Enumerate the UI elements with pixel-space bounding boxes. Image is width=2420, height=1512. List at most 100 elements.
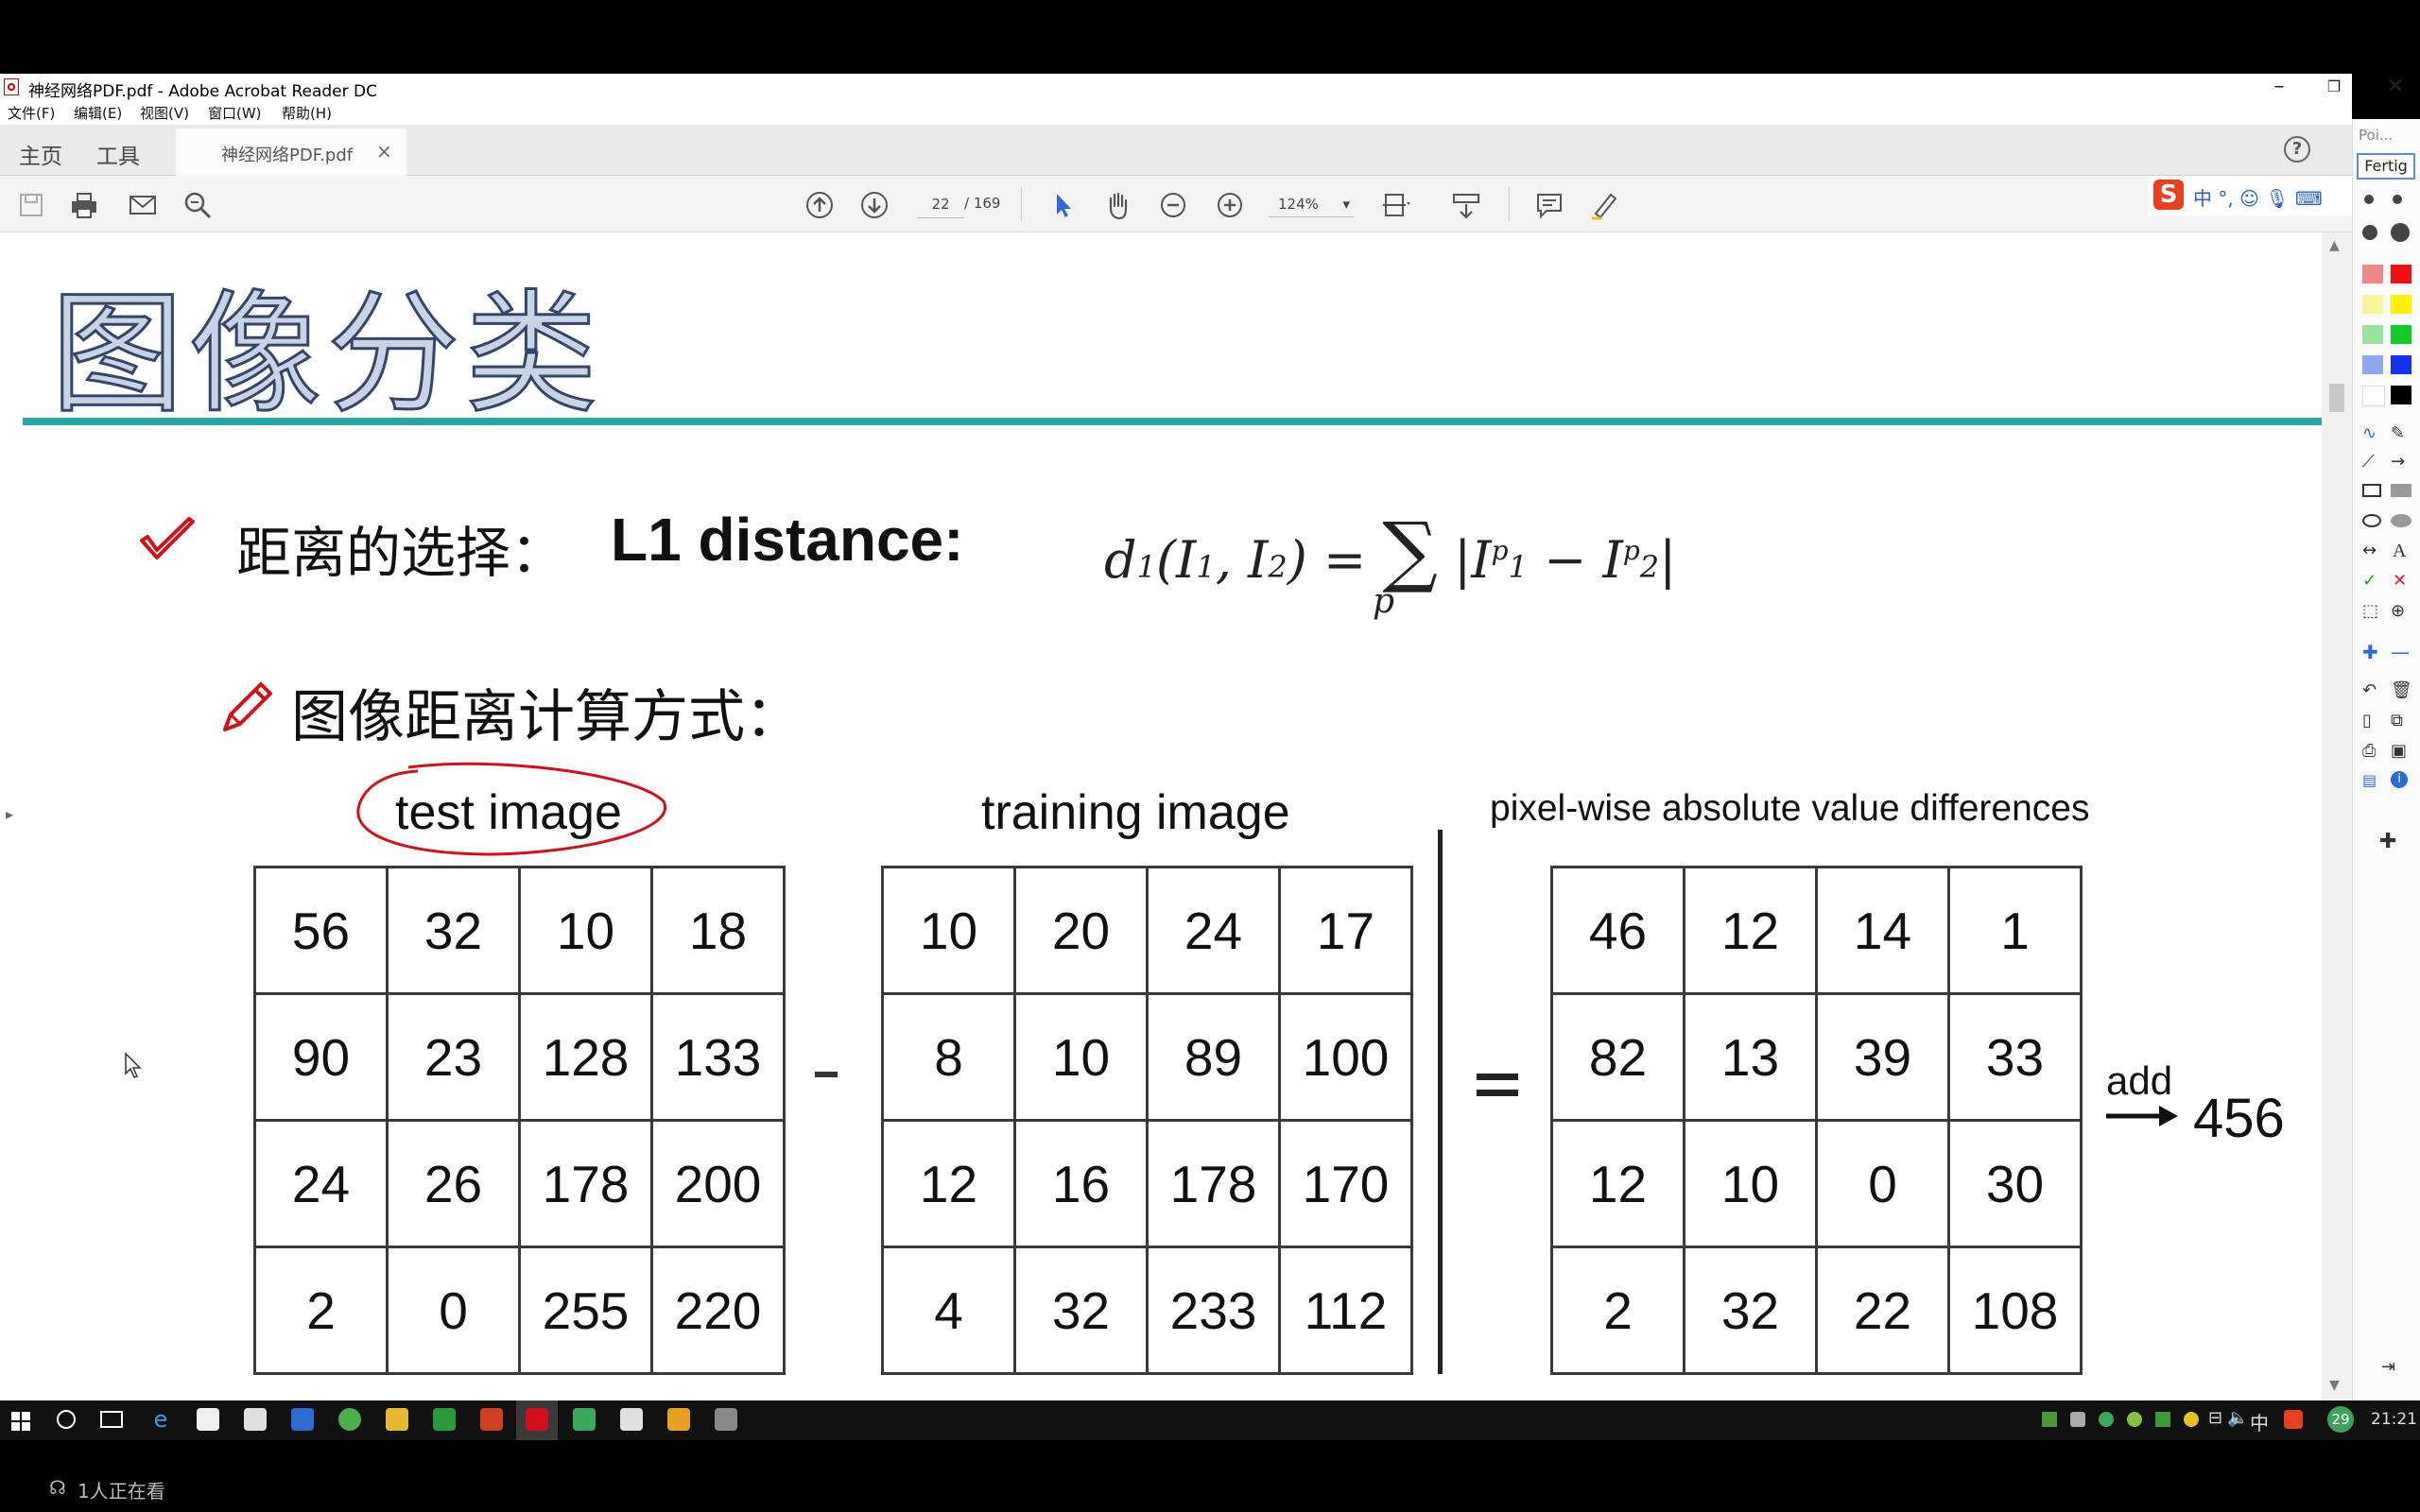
fit-page-icon[interactable]: [1380, 189, 1412, 221]
ellipse-tool-icon[interactable]: [2362, 514, 2381, 527]
scroll-mode-icon[interactable]: [1450, 189, 1482, 221]
file-explorer-icon[interactable]: [386, 1408, 408, 1431]
previous-page-icon[interactable]: [804, 189, 836, 221]
xlarge-dot-tool[interactable]: [2391, 223, 2410, 242]
notes-app-icon[interactable]: [620, 1408, 643, 1431]
scroll-down-icon[interactable]: ▼: [2329, 1378, 2340, 1393]
mail-icon[interactable]: [244, 1408, 267, 1431]
info-icon[interactable]: i: [2391, 771, 2408, 788]
email-icon[interactable]: [127, 189, 159, 221]
comment-icon[interactable]: [1533, 189, 1565, 221]
acrobat-taskbar-icon[interactable]: [526, 1408, 548, 1431]
tray-wechat-icon[interactable]: [2099, 1412, 2114, 1427]
arrow-tool-icon[interactable]: →: [2391, 452, 2405, 472]
vertical-scrollbar[interactable]: ▲ ▼: [2322, 232, 2352, 1400]
filled-rectangle-tool-icon[interactable]: [2391, 484, 2411, 497]
print-palette-icon[interactable]: ⎙: [2362, 741, 2376, 761]
app-icon[interactable]: [291, 1408, 314, 1431]
white-swatch[interactable]: [2362, 386, 2385, 406]
copy-icon[interactable]: ⧉: [2391, 711, 2403, 730]
eraser-tool-icon[interactable]: ✎: [2391, 423, 2405, 443]
rectangle-tool-icon[interactable]: [2362, 484, 2381, 497]
print-icon[interactable]: [68, 189, 100, 221]
notification-badge[interactable]: 29: [2327, 1406, 2354, 1433]
task-view-icon[interactable]: [100, 1411, 123, 1428]
filled-ellipse-tool-icon[interactable]: [2391, 514, 2411, 527]
close-tab-icon[interactable]: ×: [376, 140, 392, 163]
restore-button[interactable]: ❐: [2307, 74, 2361, 100]
tab-tools[interactable]: 工具: [96, 138, 140, 170]
highlight-pen-icon[interactable]: [1588, 189, 1620, 221]
tray-app-icon[interactable]: [2070, 1412, 2085, 1427]
sogou-app-icon[interactable]: [667, 1408, 690, 1431]
menu-edit[interactable]: 编辑(E): [74, 103, 122, 123]
light-yellow-swatch[interactable]: [2362, 295, 2383, 314]
tray-security-icon[interactable]: [2127, 1412, 2142, 1427]
double-arrow-tool-icon[interactable]: ↔: [2362, 541, 2377, 560]
cross-tool-icon[interactable]: ✕: [2393, 571, 2407, 591]
menu-window[interactable]: 窗口(W): [208, 103, 262, 123]
cortana-icon[interactable]: [57, 1410, 76, 1429]
green-swatch[interactable]: [2391, 325, 2411, 344]
text-tool-icon[interactable]: A: [2393, 541, 2406, 562]
ime-toolbar[interactable]: S 中 °, ☺ 🎙 ⌨: [2148, 176, 2352, 215]
new-page-icon[interactable]: ▯: [2362, 711, 2372, 730]
trash-icon[interactable]: 🗑: [2391, 680, 2412, 700]
light-red-swatch[interactable]: [2362, 265, 2383, 284]
close-window-button[interactable]: ✕: [2371, 74, 2420, 100]
page-number-input[interactable]: 22: [917, 191, 964, 218]
minimize-button[interactable]: –: [2252, 74, 2307, 100]
chat-app-icon[interactable]: [573, 1408, 596, 1431]
save-palette-icon[interactable]: ▣: [2391, 741, 2407, 761]
add-page-tool-icon[interactable]: ✚: [2362, 641, 2378, 663]
freehand-tool-icon[interactable]: ∿: [2362, 423, 2377, 443]
zoom-tool-icon[interactable]: ⊕: [2391, 601, 2405, 621]
black-swatch[interactable]: [2391, 386, 2411, 404]
blue-swatch[interactable]: [2391, 355, 2411, 374]
zoom-out-icon[interactable]: [1157, 189, 1189, 221]
remove-page-tool-icon[interactable]: —: [2391, 641, 2410, 663]
input-language-indicator[interactable]: 中: [2250, 1408, 2269, 1435]
tray-update-icon[interactable]: [2184, 1412, 2199, 1427]
settings-wrench-icon[interactable]: ✚: [2379, 830, 2396, 853]
tray-sogou-icon[interactable]: [2284, 1410, 2303, 1429]
volume-icon[interactable]: 🔈: [2227, 1408, 2248, 1428]
large-dot-tool[interactable]: [2362, 225, 2377, 240]
search-icon[interactable]: [182, 189, 214, 221]
undo-icon[interactable]: ↶: [2362, 680, 2377, 700]
save-icon[interactable]: [15, 189, 47, 221]
image-tool-icon[interactable]: ▤: [2362, 771, 2377, 789]
select-arrow-icon[interactable]: [1047, 189, 1080, 221]
menu-view[interactable]: 视图(V): [140, 103, 189, 123]
clock[interactable]: 21:21: [2371, 1410, 2417, 1429]
light-blue-swatch[interactable]: [2362, 355, 2383, 374]
left-panel-toggle-icon[interactable]: ▸: [6, 805, 13, 823]
recorder-app-icon[interactable]: [715, 1408, 737, 1431]
scroll-up-icon[interactable]: ▲: [2329, 238, 2340, 253]
check-tool-icon[interactable]: ✓: [2362, 571, 2377, 591]
network-icon[interactable]: ⊟: [2208, 1408, 2222, 1428]
hand-tool-icon[interactable]: [1102, 189, 1134, 221]
edge-browser-icon[interactable]: e: [149, 1408, 172, 1431]
medium-dot-tool[interactable]: [2393, 195, 2402, 204]
help-icon[interactable]: ?: [2284, 136, 2310, 163]
excel-icon[interactable]: [433, 1408, 456, 1431]
zoom-in-icon[interactable]: [1214, 189, 1246, 221]
powerpoint-icon[interactable]: [480, 1408, 503, 1431]
menu-help[interactable]: 帮助(H): [282, 103, 332, 123]
expand-panel-icon[interactable]: ⇥: [2381, 1357, 2395, 1377]
wechat-icon[interactable]: [338, 1408, 361, 1431]
windows-start-icon[interactable]: [11, 1412, 30, 1431]
tab-document[interactable]: 神经网络PDF.pdf ×: [176, 129, 406, 176]
zoom-level-select[interactable]: 124% ▾: [1269, 191, 1354, 217]
menu-file[interactable]: 文件(F): [8, 103, 55, 123]
line-tool-icon[interactable]: ⟋: [2362, 452, 2375, 472]
tab-home[interactable]: 主页: [19, 138, 62, 170]
yellow-swatch[interactable]: [2391, 295, 2411, 314]
light-green-swatch[interactable]: [2362, 325, 2383, 344]
red-swatch[interactable]: [2391, 265, 2411, 284]
tray-shield-icon[interactable]: [2155, 1412, 2170, 1427]
crop-tool-icon[interactable]: ⬚: [2362, 601, 2378, 621]
tray-nvidia-icon[interactable]: [2042, 1412, 2057, 1427]
next-page-icon[interactable]: [858, 189, 890, 221]
